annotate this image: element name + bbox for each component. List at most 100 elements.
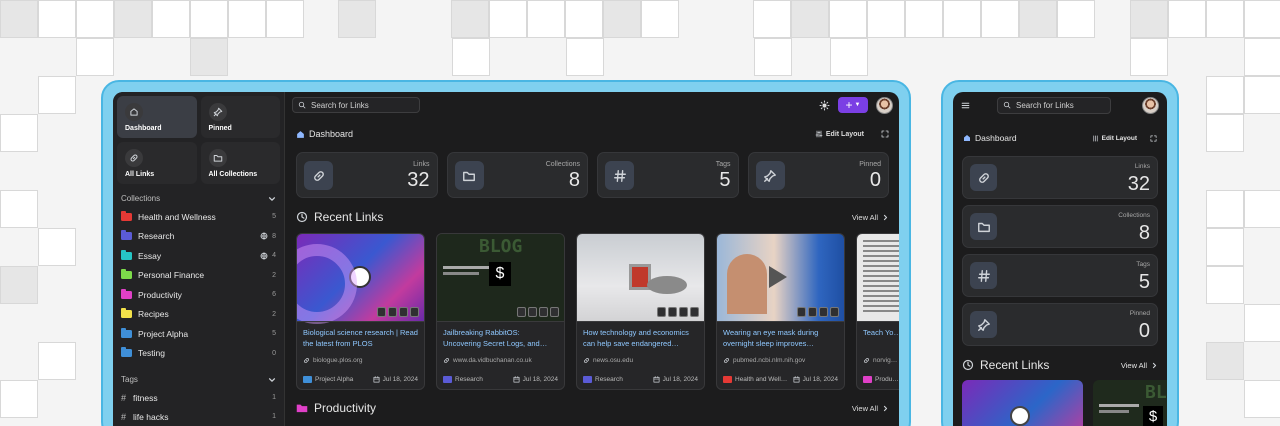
text-line bbox=[1099, 404, 1139, 407]
nav-pinned[interactable]: Pinned bbox=[200, 96, 280, 138]
avatar[interactable] bbox=[1142, 96, 1159, 114]
hash-icon bbox=[605, 161, 634, 190]
format-badges bbox=[517, 307, 559, 317]
background-tile bbox=[829, 0, 867, 38]
stat-card-pinned[interactable]: Pinned 0 bbox=[962, 303, 1158, 346]
link-collection[interactable]: Research bbox=[595, 376, 623, 383]
link-icon bbox=[864, 358, 869, 363]
stat-card-tags[interactable]: Tags 5 bbox=[597, 152, 739, 198]
stat-card-links[interactable]: Links 32 bbox=[296, 152, 438, 198]
background-tile bbox=[867, 0, 905, 38]
link-footer: Research Jul 18, 2024 bbox=[583, 376, 698, 383]
image-icon bbox=[388, 307, 397, 317]
text-lines bbox=[863, 240, 899, 315]
link-card[interactable]: Biological science research | Read the l… bbox=[296, 233, 425, 390]
page-title: Dashboard bbox=[975, 133, 1017, 143]
sidebar-collection-item[interactable]: Health and Wellness 5 bbox=[113, 207, 284, 227]
file-icon bbox=[797, 307, 806, 317]
link-collection[interactable]: Produ… bbox=[875, 376, 899, 383]
sidebar-collection-item[interactable]: Personal Finance 2 bbox=[113, 266, 284, 286]
sun-icon[interactable] bbox=[819, 99, 830, 111]
stat-card-collections[interactable]: Collections 8 bbox=[962, 205, 1158, 248]
link-collection[interactable]: Research bbox=[455, 376, 483, 383]
background-tile bbox=[1244, 38, 1280, 76]
search-input[interactable]: Search for Links bbox=[292, 97, 420, 113]
file-icon bbox=[657, 307, 666, 317]
productivity-header: Productivity View All bbox=[286, 399, 899, 417]
view-all-link[interactable]: View All bbox=[1121, 361, 1158, 370]
link-title[interactable]: How technology and economics can help sa… bbox=[577, 321, 704, 353]
expand-icon[interactable] bbox=[1150, 135, 1157, 142]
background-tile bbox=[0, 190, 38, 228]
pdf-icon bbox=[539, 307, 548, 317]
sidebar-collection-item[interactable]: Recipes 2 bbox=[113, 305, 284, 325]
sidebar-collection-item[interactable]: Research 8 bbox=[113, 227, 284, 247]
background-tile bbox=[1130, 0, 1168, 38]
dashboard-header: Dashboard Edit Layout bbox=[286, 122, 899, 146]
nav-all-links[interactable]: All Links bbox=[117, 142, 197, 184]
link-card[interactable]: Wearing an eye mask during overnight sle… bbox=[716, 233, 845, 390]
nav-dashboard[interactable]: Dashboard bbox=[117, 96, 197, 138]
sidebar-collection-item[interactable]: Productivity 6 bbox=[113, 285, 284, 305]
collections-list: Health and Wellness 5 Research 8 Essay 4 Perso… bbox=[113, 207, 284, 363]
stat-label: Collections bbox=[545, 161, 580, 168]
link-card[interactable]: Teach Yo… Ten Year… norvig… Produ… bbox=[856, 233, 899, 390]
globe-icon bbox=[260, 232, 268, 240]
collection-count: 4 bbox=[272, 252, 276, 260]
edit-layout-button[interactable]: Edit Layout bbox=[1092, 135, 1157, 142]
folder-icon bbox=[303, 376, 312, 383]
background-tile bbox=[791, 0, 829, 38]
sidebar-collection-item[interactable]: Project Alpha 5 bbox=[113, 324, 284, 344]
stat-card-pinned[interactable]: Pinned 0 bbox=[747, 152, 889, 198]
edit-layout-button[interactable]: Edit Layout bbox=[815, 130, 889, 138]
search-input[interactable]: Search for Links bbox=[997, 96, 1111, 114]
background-tile bbox=[905, 0, 943, 38]
sidebar-collection-item[interactable]: Essay 4 bbox=[113, 246, 284, 266]
archive-icon bbox=[830, 307, 839, 317]
link-card-preview[interactable]: BL $ bbox=[1093, 380, 1167, 426]
view-all-link[interactable]: View All bbox=[852, 404, 889, 413]
link-card[interactable]: How technology and economics can help sa… bbox=[576, 233, 705, 390]
sidebar-tag-item[interactable]: # fitness 1 bbox=[113, 388, 284, 407]
archive-icon bbox=[550, 307, 559, 317]
hash-icon bbox=[970, 262, 997, 289]
link-collection[interactable]: Health and Well… bbox=[735, 376, 787, 383]
link-title[interactable]: Biological science research | Read the l… bbox=[297, 321, 424, 353]
recent-links-title: Recent Links bbox=[980, 358, 1050, 372]
avatar[interactable] bbox=[876, 96, 893, 114]
nav-all-collections[interactable]: All Collections bbox=[200, 142, 280, 184]
stat-card-tags[interactable]: Tags 5 bbox=[962, 254, 1158, 297]
link-card[interactable]: BLOG $ Jailbreaking RabbitOS: Uncovering S… bbox=[436, 233, 565, 390]
dashboard-header: Dashboard Edit Layout bbox=[953, 126, 1167, 150]
background-tile bbox=[114, 0, 152, 38]
link-title[interactable]: Jailbreaking RabbitOS: Uncovering Secret… bbox=[437, 321, 564, 353]
stat-value: 32 bbox=[1127, 173, 1150, 195]
home-icon bbox=[297, 130, 304, 138]
stat-card-collections[interactable]: Collections 8 bbox=[446, 152, 588, 198]
link-title[interactable]: Teach Yo… Ten Year… bbox=[857, 321, 899, 353]
calendar-icon bbox=[373, 376, 380, 383]
folder-icon bbox=[121, 269, 132, 280]
sidebar-collection-item[interactable]: Testing 0 bbox=[113, 344, 284, 364]
sidebar-tag-item[interactable]: # life hacks 1 bbox=[113, 407, 284, 426]
link-card-preview[interactable] bbox=[962, 380, 1083, 426]
archive-icon bbox=[690, 307, 699, 317]
stat-card-links[interactable]: Links 32 bbox=[962, 156, 1158, 199]
add-new-button[interactable]: + ▼ bbox=[838, 97, 868, 113]
menu-icon[interactable] bbox=[961, 101, 970, 110]
background-tile bbox=[338, 0, 376, 38]
expand-icon[interactable] bbox=[881, 130, 889, 138]
search-icon bbox=[298, 101, 306, 109]
background-tile bbox=[603, 0, 641, 38]
link-date: Jul 18, 2024 bbox=[373, 376, 418, 383]
link-footer: Project Alpha Jul 18, 2024 bbox=[303, 376, 418, 383]
folder-icon bbox=[121, 230, 132, 241]
productivity-title: Productivity bbox=[314, 401, 377, 415]
view-all-link[interactable]: View All bbox=[852, 213, 889, 222]
collections-header[interactable]: Collections bbox=[113, 194, 284, 203]
link-collection[interactable]: Project Alpha bbox=[315, 376, 353, 383]
tags-header[interactable]: Tags bbox=[113, 375, 284, 384]
link-title[interactable]: Wearing an eye mask during overnight sle… bbox=[717, 321, 844, 353]
search-placeholder: Search for Links bbox=[311, 100, 369, 110]
link-url-text: news.osu.edu bbox=[593, 357, 634, 364]
